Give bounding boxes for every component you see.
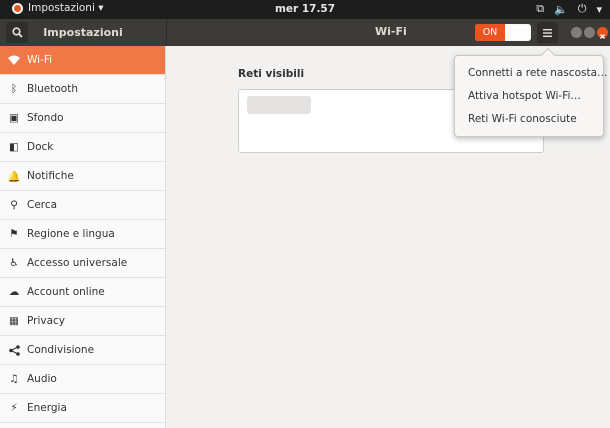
sidebar-item-label: Privacy (27, 315, 66, 327)
search-icon: ⚲ (10, 199, 18, 211)
bluetooth-icon: ᛒ (10, 83, 18, 95)
speaker-icon: ♫ (9, 373, 19, 385)
bell-icon: 🔔 (7, 170, 21, 183)
sidebar-item-label: Energia (27, 402, 67, 414)
sidebar-item-label: Regione e lingua (27, 228, 115, 240)
wifi-icon (8, 54, 20, 66)
close-button[interactable] (597, 27, 608, 39)
accessibility-icon: ♿ (9, 257, 19, 269)
network-list-item[interactable] (247, 96, 311, 114)
sidebar-item-accesso-universale[interactable]: ♿ Accesso universale (0, 249, 165, 278)
top-bar: Impostazioni ▾ mer 17.57 ⧉ 🔈 ⏻ ▾ (0, 0, 610, 19)
share-icon (8, 344, 20, 356)
sidebar-item-cerca[interactable]: ⚲ Cerca (0, 191, 165, 220)
sidebar-item-label: Accesso universale (27, 257, 128, 269)
sidebar-item-label: Notifiche (27, 170, 74, 182)
toggle-on-label: ON (475, 24, 505, 41)
network-icon[interactable]: ⧉ (536, 2, 544, 16)
background-icon: ▣ (9, 112, 19, 124)
sidebar-item-energia[interactable]: ⚡ Energia (0, 394, 165, 423)
power-icon[interactable]: ⏻ (578, 2, 587, 16)
minimize-button[interactable] (571, 27, 582, 38)
flag-icon: ⚑ (9, 228, 19, 240)
page-title: Wi-Fi (375, 25, 407, 38)
power-icon: ⚡ (10, 402, 18, 414)
sidebar-item-label: Cerca (27, 199, 58, 211)
sidebar-item-label: Account online (27, 286, 105, 298)
sidebar-item-label: Wi-Fi (27, 54, 53, 66)
menu-item-hotspot[interactable]: Attiva hotspot Wi-Fi… (468, 90, 581, 102)
sidebar-item-condivisione[interactable]: Condivisione (0, 336, 165, 365)
menu-button[interactable] (537, 22, 558, 43)
sidebar-title: Impostazioni (43, 26, 123, 39)
volume-icon[interactable]: 🔈 (554, 3, 568, 16)
sidebar-item-bluetooth[interactable]: ᛒ Bluetooth (0, 75, 165, 104)
clock[interactable]: mer 17.57 (0, 3, 610, 15)
toggle-knob (506, 25, 530, 40)
close-icon (600, 34, 605, 39)
system-tray[interactable]: ⧉ 🔈 ⏻ ▾ (536, 2, 602, 16)
sidebar-item-audio[interactable]: ♫ Audio (0, 365, 165, 394)
maximize-button[interactable] (584, 27, 595, 38)
sidebar-item-privacy[interactable]: ▦ Privacy (0, 307, 165, 336)
sidebar-item-wifi[interactable]: Wi-Fi (0, 46, 165, 75)
dock-icon: ◧ (9, 141, 19, 153)
header-divider (166, 19, 167, 46)
popover-arrow (540, 47, 556, 63)
sidebar-item-label: Condivisione (27, 344, 95, 356)
chevron-down-icon[interactable]: ▾ (596, 3, 602, 16)
wifi-menu-popover: Connetti a rete nascosta… Attiva hotspot… (454, 47, 608, 137)
menu-item-known-networks[interactable]: Reti Wi-Fi conosciute (468, 113, 577, 125)
online-accounts-icon: ☁ (8, 286, 20, 298)
sidebar-item-account-online[interactable]: ☁ Account online (0, 278, 165, 307)
header-bar: Impostazioni Wi-Fi ON (0, 19, 610, 46)
menu-item-connect-hidden[interactable]: Connetti a rete nascosta… (468, 67, 608, 79)
visible-networks-heading: Reti visibili (238, 68, 305, 80)
sidebar-item-sfondo[interactable]: ▣ Sfondo (0, 104, 165, 133)
sidebar-item-label: Dock (27, 141, 54, 153)
sidebar-item-label: Sfondo (27, 112, 64, 124)
sidebar-item-regione-lingua[interactable]: ⚑ Regione e lingua (0, 220, 165, 249)
sidebar-item-label: Bluetooth (27, 83, 78, 95)
sidebar-item-label: Audio (27, 373, 57, 385)
sidebar-item-dock[interactable]: ◧ Dock (0, 133, 165, 162)
hamburger-icon (543, 28, 552, 37)
sidebar-item-notifiche[interactable]: 🔔 Notifiche (0, 162, 165, 191)
privacy-icon: ▦ (9, 315, 19, 327)
wifi-toggle[interactable]: ON (475, 24, 531, 41)
sidebar: Wi-Fi ᛒ Bluetooth ▣ Sfondo ◧ Dock 🔔 Noti… (0, 46, 166, 428)
